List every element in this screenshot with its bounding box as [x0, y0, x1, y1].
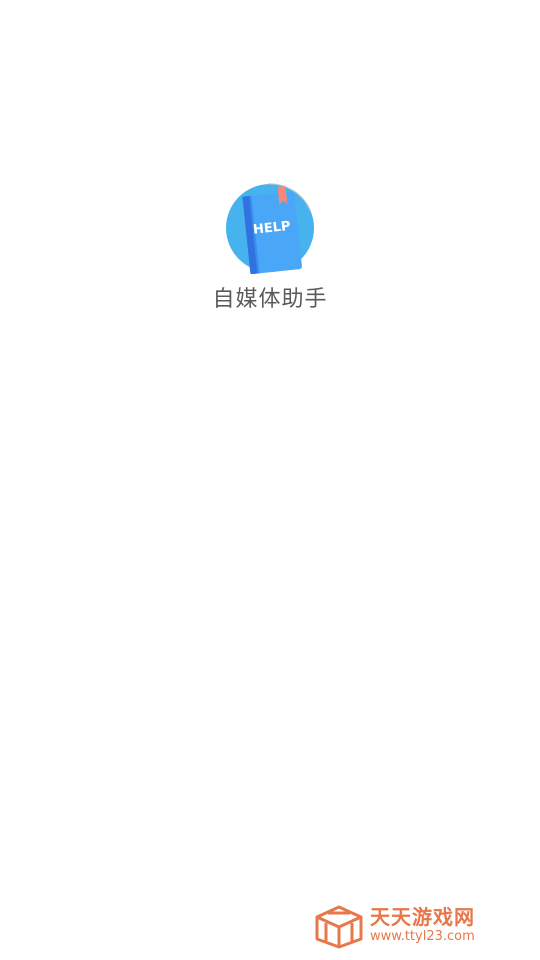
watermark-url: www.ttyl23.com	[370, 929, 475, 944]
watermark-text: 天天游戏网 www.ttyl23.com	[370, 905, 504, 949]
watermark-title: 天天游戏网	[370, 905, 475, 929]
splash-screen: HELP 自媒体助手 天天游戏网 www.ttyl23.com	[0, 0, 540, 960]
help-book-icon: HELP	[226, 183, 314, 274]
app-logo: HELP	[224, 182, 316, 274]
watermark: 天天游戏网 www.ttyl23.com	[314, 905, 504, 949]
ttyl-cube-logo-icon	[314, 905, 364, 949]
app-name: 自媒体助手	[212, 287, 328, 312]
